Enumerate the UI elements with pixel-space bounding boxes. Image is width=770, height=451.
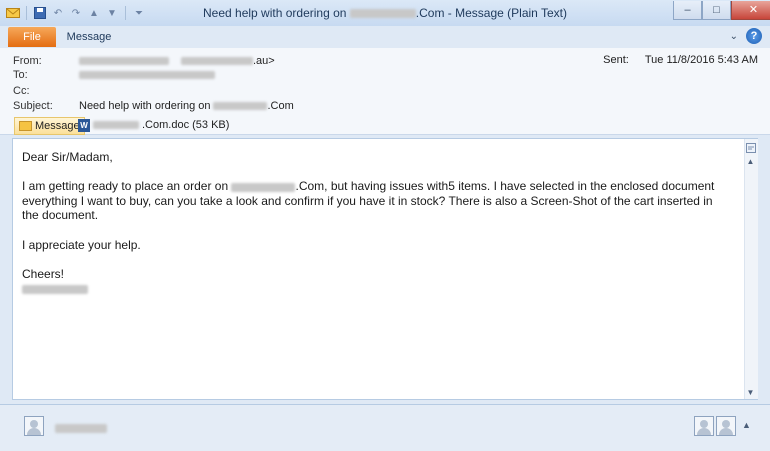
scroll-down-icon[interactable]: ▼: [744, 386, 757, 398]
tab-message[interactable]: Message: [64, 27, 114, 47]
people-pane-toggle-icon[interactable]: ▲: [742, 420, 751, 430]
redacted-text: [213, 102, 268, 110]
redacted-text: [93, 121, 139, 129]
toolbar-separator: [125, 6, 126, 20]
to-label: To:: [13, 69, 28, 81]
vertical-scrollbar[interactable]: [744, 139, 758, 399]
redacted-signature: [22, 284, 88, 294]
redacted-contact-name: [55, 423, 107, 433]
quick-access-toolbar: ↶ ↷ ▲ ▼ ⏷: [6, 5, 146, 21]
ribbon-tab-strip: [0, 26, 770, 49]
cc-label: Cc:: [13, 85, 30, 97]
customize-icon[interactable]: ⏷: [132, 6, 146, 20]
attachment-file[interactable]: W .Com.doc (53 KB): [78, 117, 229, 133]
closing: Cheers!: [22, 266, 65, 281]
close-button[interactable]: ✕: [731, 0, 770, 20]
sent-label: Sent:: [603, 54, 629, 66]
contact-name: [55, 422, 107, 434]
scroll-up-icon[interactable]: ▲: [744, 155, 757, 167]
up-arrow-icon[interactable]: ▲: [87, 6, 101, 20]
subject-prefix: Need help with ordering on: [79, 100, 211, 112]
people-pane: [0, 404, 770, 451]
redacted-sender-email: [181, 57, 253, 65]
contact-avatar-icon[interactable]: [694, 416, 714, 436]
message-body[interactable]: Dear Sir/Madam, I am getting ready to pl…: [22, 150, 722, 296]
attachment-file-name: .Com.doc (53 KB): [142, 119, 230, 131]
sent-value: Tue 11/8/2016 5:43 AM: [644, 54, 758, 66]
contact-avatar-icon[interactable]: [716, 416, 736, 436]
subject-row: Subject: Need help with ordering on .Com: [13, 99, 294, 113]
redacted-sender-name: [79, 57, 169, 65]
tab-file[interactable]: File: [8, 27, 56, 47]
body-paragraph-1-start: I am getting ready to place an order on: [22, 179, 229, 194]
body-paragraph-2: I appreciate your help.: [22, 237, 141, 252]
maximize-button[interactable]: □: [702, 0, 731, 20]
sent-info: Sent: Tue 11/8/2016 5:43 AM: [603, 54, 758, 66]
save-icon[interactable]: [33, 6, 47, 20]
to-row: To:: [13, 68, 215, 82]
down-arrow-icon[interactable]: ▼: [105, 6, 119, 20]
envelope-icon: [19, 121, 32, 131]
greeting: Dear Sir/Madam,: [22, 150, 113, 164]
message-options-icon[interactable]: [744, 142, 757, 154]
message-view-label: Message: [35, 120, 80, 132]
redacted-text: [231, 182, 296, 192]
app-mail-icon[interactable]: [6, 6, 20, 20]
redo-icon[interactable]: ↷: [69, 6, 83, 20]
ribbon-help-area: ⌄ ?: [730, 28, 762, 44]
from-suffix: .au>: [253, 55, 275, 67]
collapse-ribbon-icon[interactable]: ⌄: [730, 31, 738, 42]
help-icon[interactable]: ?: [746, 28, 762, 44]
minimize-button[interactable]: –: [673, 0, 702, 20]
message-view-button[interactable]: Message: [14, 117, 85, 135]
body-paragraph-1: I am getting ready to place an order on …: [22, 179, 722, 223]
cc-row: Cc:: [13, 84, 79, 98]
from-row: From: .au>: [13, 54, 275, 68]
subject-label: Subject:: [13, 100, 53, 112]
contact-avatar-icon[interactable]: [24, 416, 44, 436]
word-doc-icon: W: [78, 118, 90, 132]
redacted-recipient: [79, 71, 215, 79]
from-label: From:: [13, 55, 42, 67]
subject-suffix: .Com: [267, 100, 294, 112]
toolbar-separator: [26, 6, 27, 20]
window-controls: – □ ✕: [673, 0, 770, 20]
undo-icon[interactable]: ↶: [51, 6, 65, 20]
